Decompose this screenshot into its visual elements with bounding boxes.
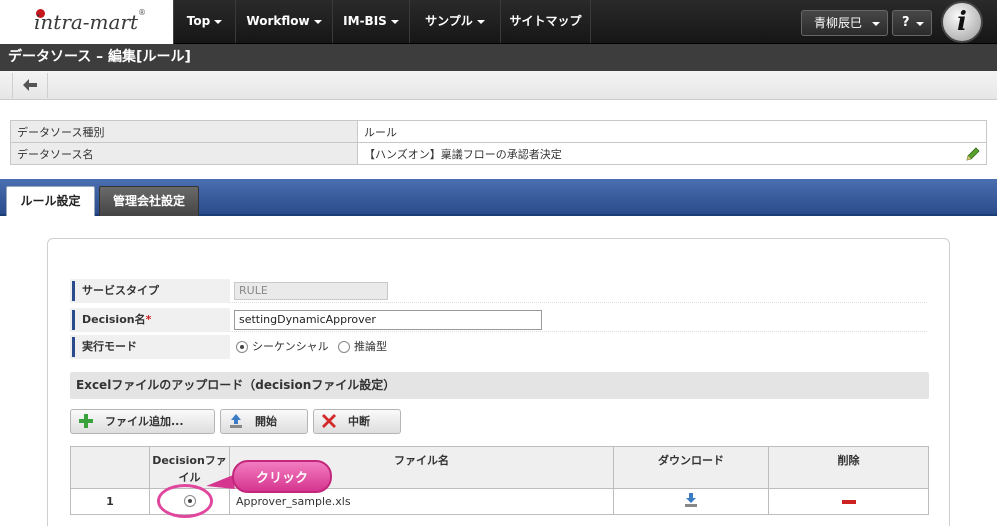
col-header-no bbox=[70, 446, 150, 489]
upload-icon bbox=[230, 414, 242, 428]
nav-im-bis-label: IM-BIS bbox=[343, 14, 387, 28]
col-header-delete: 削除 bbox=[768, 446, 929, 489]
service-type-label: サービスタイプ bbox=[72, 281, 159, 301]
field-service-type: サービスタイプ RULE bbox=[70, 279, 927, 303]
service-type-cell: RULE bbox=[230, 279, 927, 303]
chevron-down-icon bbox=[390, 19, 399, 24]
field-decision-name: Decision名* settingDynamicApprover bbox=[70, 308, 927, 332]
decision-name-label: Decision名* bbox=[72, 310, 151, 330]
tab-rule-settings[interactable]: ルール設定 bbox=[6, 186, 95, 216]
exec-mode-label: 実行モード bbox=[72, 337, 137, 357]
stop-upload-button[interactable]: 中断 bbox=[313, 409, 401, 434]
page-toolbar bbox=[0, 71, 997, 100]
user-name: 青柳辰巳 bbox=[814, 16, 863, 30]
info-value-cell: 【ハンズオン】稟議フローの承認者決定 bbox=[357, 142, 987, 165]
nav-sitemap-label: サイトマップ bbox=[509, 14, 582, 28]
help-label: ? bbox=[902, 15, 910, 30]
tab-company-settings[interactable]: 管理会社設定 bbox=[99, 186, 199, 216]
chevron-down-icon bbox=[872, 22, 880, 26]
nav-im-bis[interactable]: IM-BIS bbox=[333, 0, 410, 43]
field-exec-mode: 実行モード シーケンシャル 推論型 bbox=[70, 335, 927, 359]
add-file-button[interactable]: ファイル追加... bbox=[70, 409, 215, 434]
info-label: データソース種別 bbox=[10, 120, 358, 143]
i-mark-letter: i bbox=[957, 7, 967, 37]
exec-mode-sequential-radio[interactable] bbox=[236, 341, 248, 353]
stop-x-icon bbox=[322, 414, 336, 428]
logo-text: intra-mart bbox=[34, 10, 139, 34]
required-mark: * bbox=[145, 313, 152, 326]
upload-section-heading: Excelファイルのアップロード（decisionファイル設定） bbox=[70, 372, 929, 399]
help-menu-button[interactable]: ? bbox=[892, 10, 932, 36]
nav-workflow-label: Workflow bbox=[246, 14, 310, 28]
row-number: 1 bbox=[70, 488, 150, 515]
download-cell bbox=[613, 488, 769, 515]
table-header-row: Decisionファイル ファイル名 ダウンロード 削除 bbox=[70, 446, 929, 489]
intra-mart-logo[interactable]: intra-mart ® bbox=[0, 0, 174, 44]
start-upload-label: 開始 bbox=[255, 415, 277, 428]
chevron-down-icon bbox=[313, 19, 322, 24]
callout-highlight-ring bbox=[157, 484, 213, 518]
nav-top-label: Top bbox=[186, 14, 211, 28]
exec-mode-inference-label[interactable]: 推論型 bbox=[354, 339, 387, 355]
service-type-field: RULE bbox=[234, 282, 388, 300]
chevron-down-icon bbox=[916, 22, 924, 26]
col-header-download: ダウンロード bbox=[613, 446, 769, 489]
user-menu-button[interactable]: 青柳辰巳 bbox=[801, 10, 888, 36]
stop-upload-label: 中断 bbox=[348, 415, 370, 428]
delete-cell bbox=[768, 488, 929, 515]
plus-icon bbox=[79, 414, 93, 428]
delete-minus-icon[interactable] bbox=[841, 500, 856, 505]
tab-bar: ルール設定 管理会社設定 bbox=[0, 179, 997, 216]
datasource-info-table: データソース種別 ルール データソース名 【ハンズオン】稟議フローの承認者決定 bbox=[10, 120, 987, 165]
exec-mode-inference-radio[interactable] bbox=[338, 341, 350, 353]
nav-sample[interactable]: サンプル bbox=[410, 0, 501, 43]
exec-mode-sequential-label[interactable]: シーケンシャル bbox=[252, 339, 329, 355]
nav-workflow[interactable]: Workflow bbox=[236, 0, 333, 43]
edit-pencil-icon[interactable] bbox=[965, 147, 980, 162]
decision-name-cell: settingDynamicApprover bbox=[230, 308, 927, 332]
chevron-down-icon bbox=[476, 19, 485, 24]
info-label: データソース名 bbox=[10, 142, 358, 165]
rule-settings-panel: サービスタイプ RULE Decision名* settingDynamicAp… bbox=[47, 238, 950, 526]
info-value: 【ハンズオン】稟議フローの承認者決定 bbox=[364, 147, 562, 161]
decision-name-input[interactable]: settingDynamicApprover bbox=[234, 310, 542, 330]
info-row-type: データソース種別 ルール bbox=[10, 120, 987, 143]
exec-mode-cell: シーケンシャル 推論型 bbox=[230, 335, 927, 359]
page-title: データソース – 編集[ルール] bbox=[0, 44, 997, 71]
nav-sample-label: サンプル bbox=[425, 14, 473, 28]
intra-mart-i-icon[interactable]: i bbox=[941, 1, 983, 43]
logo-registered-mark: ® bbox=[138, 8, 146, 17]
start-upload-button[interactable]: 開始 bbox=[220, 409, 308, 434]
info-value: ルール bbox=[357, 120, 987, 143]
back-button[interactable] bbox=[12, 73, 48, 98]
top-navbar: intra-mart ® Top Workflow IM-BIS サンプル サイ… bbox=[0, 0, 997, 44]
decision-name-label-text: Decision名 bbox=[82, 313, 146, 326]
info-row-name: データソース名 【ハンズオン】稟議フローの承認者決定 bbox=[10, 142, 987, 165]
download-icon[interactable] bbox=[684, 492, 698, 508]
chevron-down-icon bbox=[214, 19, 223, 24]
add-file-label: ファイル追加... bbox=[105, 415, 184, 428]
back-arrow-icon bbox=[23, 79, 37, 91]
nav-sitemap[interactable]: サイトマップ bbox=[501, 0, 591, 43]
callout-click-label: クリック bbox=[232, 460, 332, 493]
nav-top[interactable]: Top bbox=[174, 0, 236, 43]
